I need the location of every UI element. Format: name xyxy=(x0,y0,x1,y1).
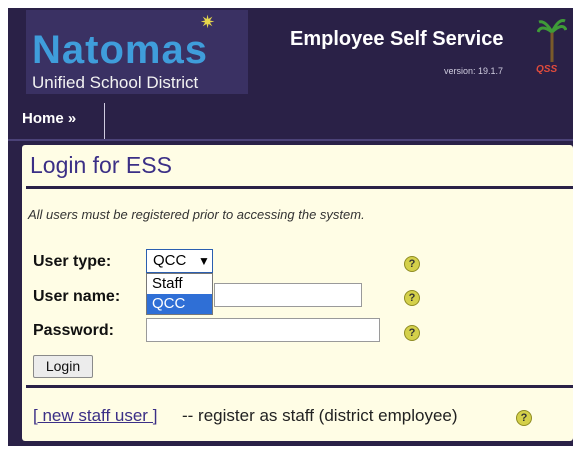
logo-main-text: Natomas xyxy=(32,28,208,72)
user-type-selected-value: QCC xyxy=(153,252,187,269)
title-divider xyxy=(26,186,573,189)
nav-bar xyxy=(8,103,573,141)
registration-note: All users must be registered prior to ac… xyxy=(28,207,365,222)
form-divider xyxy=(26,385,573,388)
nav-home-link[interactable]: Home » xyxy=(22,110,76,127)
nav-separator xyxy=(104,103,105,141)
login-button[interactable]: Login xyxy=(33,355,93,378)
new-staff-description: -- register as staff (district employee) xyxy=(182,406,458,425)
new-staff-user-link[interactable]: [ new staff user ] xyxy=(33,406,157,426)
help-icon[interactable]: ? xyxy=(404,290,420,306)
help-icon[interactable]: ? xyxy=(404,325,420,341)
user-type-option-qcc[interactable]: QCC xyxy=(147,294,212,314)
user-name-input[interactable] xyxy=(214,283,362,307)
palm-tree-icon xyxy=(537,19,567,62)
help-icon[interactable]: ? xyxy=(404,256,420,272)
password-label: Password: xyxy=(33,322,114,339)
page-title: Login for ESS xyxy=(30,152,172,178)
dropdown-caret-icon[interactable]: ▼ xyxy=(198,249,210,273)
app-title: Employee Self Service xyxy=(290,28,504,50)
version-text: version: 19.1.7 xyxy=(444,66,504,76)
logo-sub-text: Unified School District xyxy=(32,73,199,92)
help-icon[interactable]: ? xyxy=(516,410,532,426)
user-type-label: User type: xyxy=(33,253,112,270)
qss-brand: QSS xyxy=(536,64,558,75)
user-name-label: User name: xyxy=(33,288,121,305)
user-type-option-staff[interactable]: Staff xyxy=(147,274,212,294)
password-input[interactable] xyxy=(146,318,380,342)
star-icon: ✷ xyxy=(200,12,216,32)
user-type-dropdown: Staff QCC xyxy=(146,273,213,315)
